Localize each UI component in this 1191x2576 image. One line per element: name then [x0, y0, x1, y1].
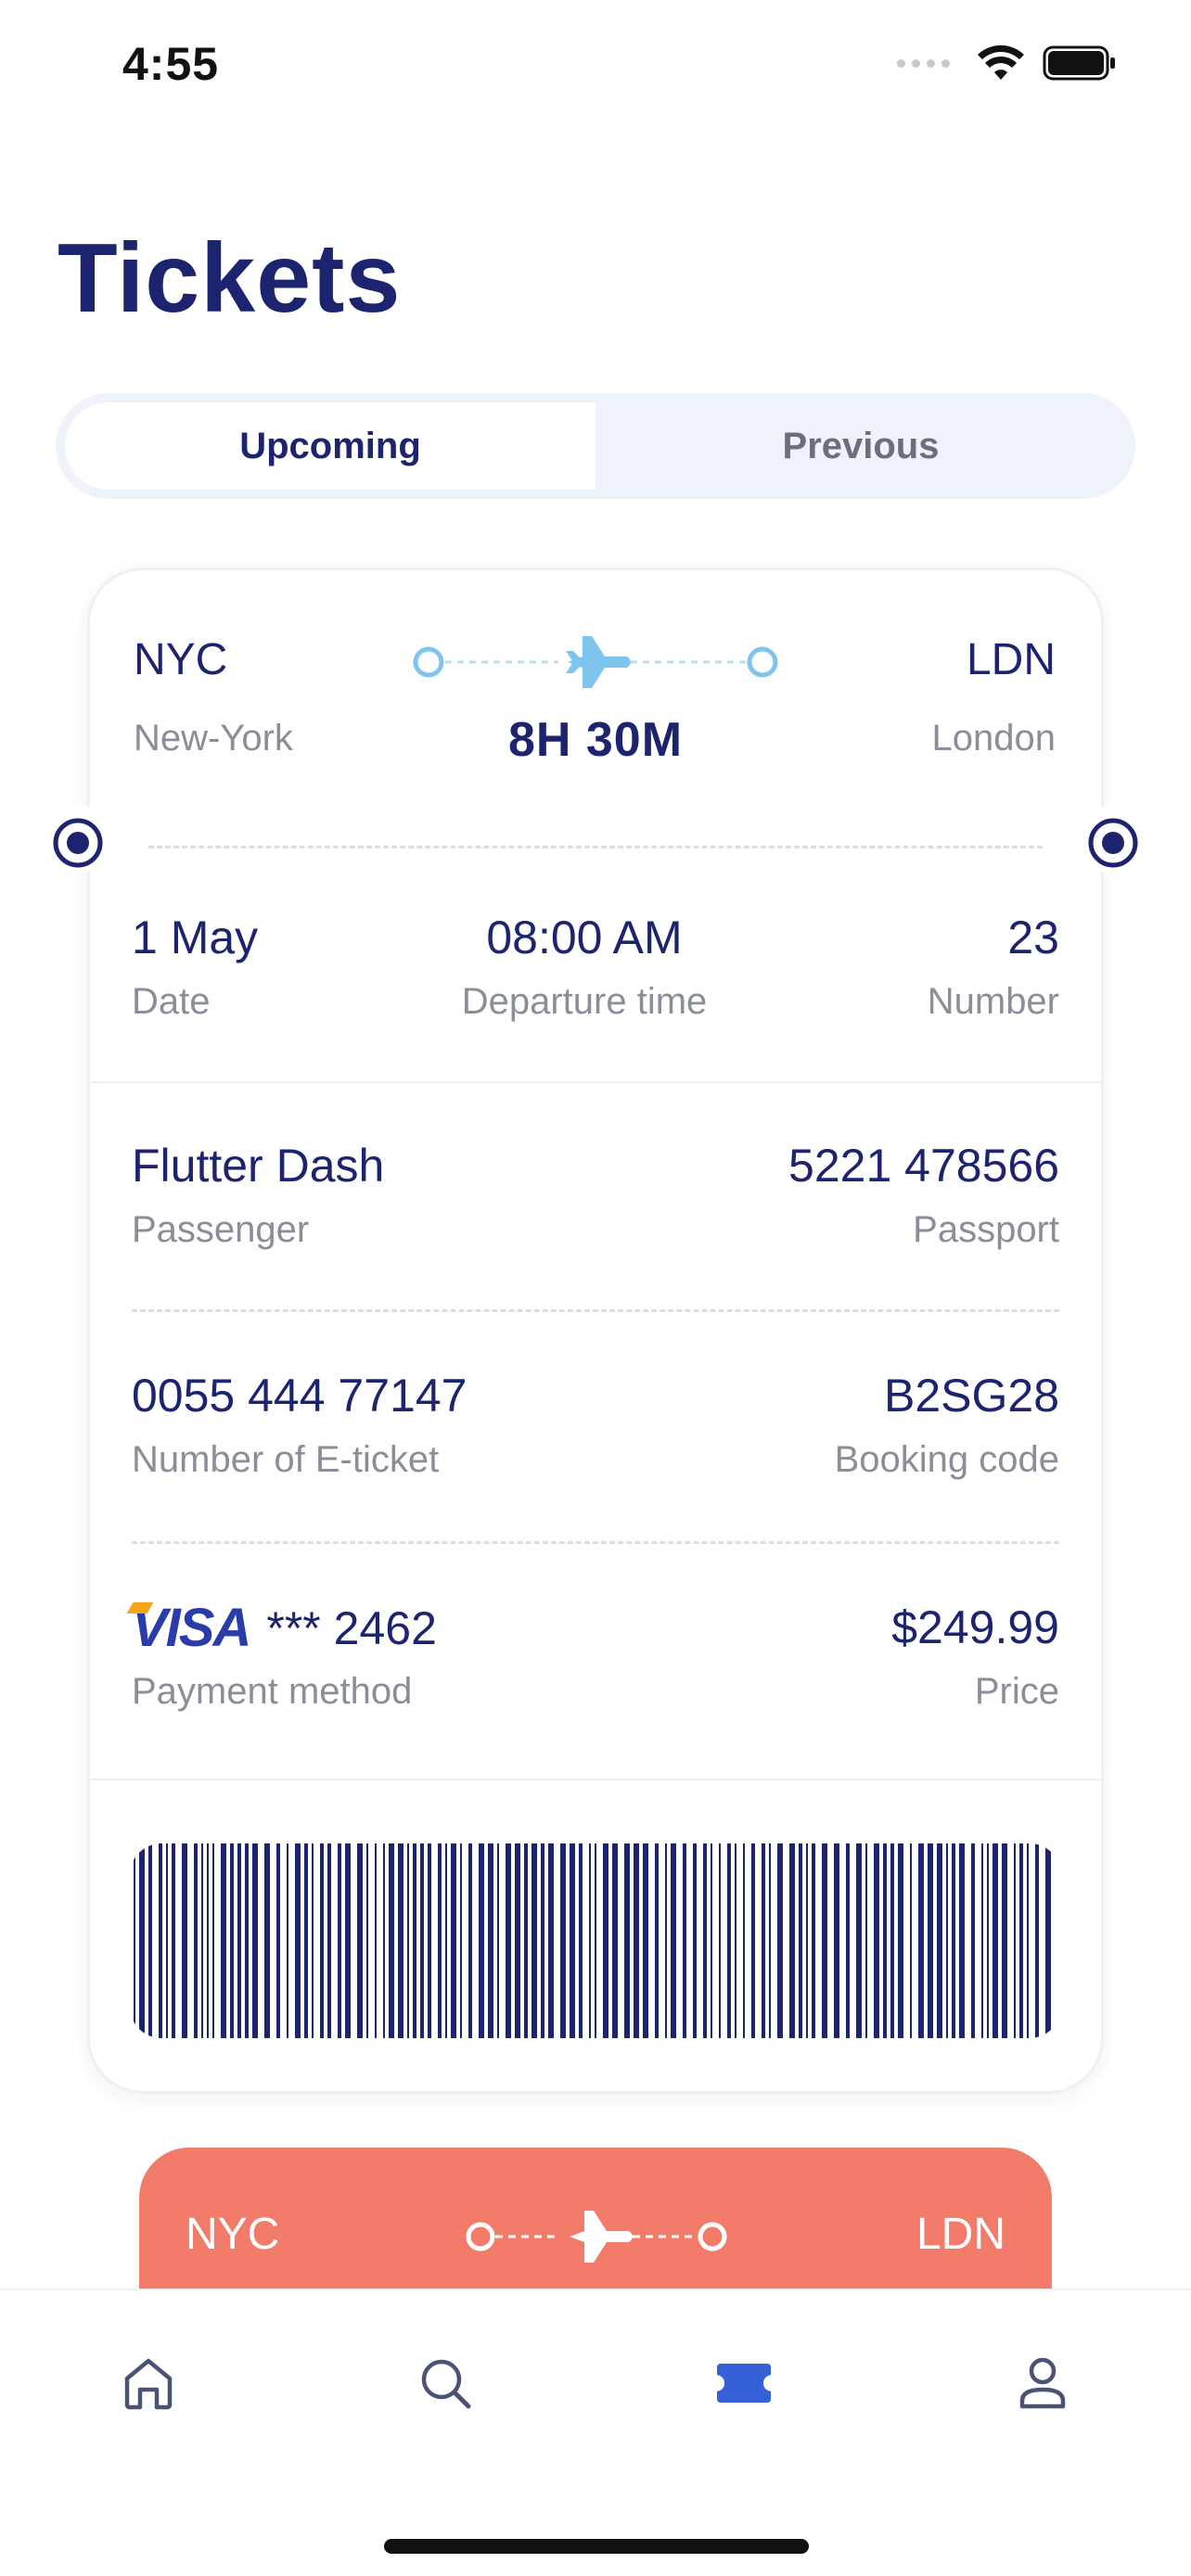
row-divider	[132, 1309, 1059, 1312]
number-value: 23	[1007, 912, 1059, 963]
flight-duration: 8H 30M	[507, 713, 684, 767]
page-title: Tickets	[58, 223, 402, 333]
date-value: 1 May	[132, 912, 259, 963]
payment-label: Payment method	[132, 1671, 413, 1712]
booking-code-label: Booking code	[834, 1439, 1059, 1480]
row-divider	[132, 1541, 1059, 1544]
origin-code: NYC	[134, 635, 228, 684]
next-destination-code: LDN	[916, 2210, 1005, 2259]
ticket-icon	[717, 2364, 771, 2403]
notch-right-icon	[1088, 818, 1138, 868]
next-route-plane-icon	[466, 2211, 727, 2263]
bottom-tab-bar	[0, 2289, 1191, 2576]
barcode-icon	[134, 1843, 1051, 2038]
passenger-value: Flutter Dash	[132, 1140, 385, 1192]
payment-method: VISA *** 2462	[126, 1597, 437, 1659]
destination-code: LDN	[966, 635, 1056, 684]
route-plane-icon	[413, 636, 778, 688]
price-value: $249.99	[891, 1601, 1059, 1653]
status-icons	[897, 45, 1117, 82]
notch-left-icon	[53, 818, 103, 868]
booking-code-value: B2SG28	[883, 1370, 1059, 1422]
tab-home[interactable]	[111, 2346, 186, 2420]
origin-city: New-York	[134, 718, 293, 759]
search-icon	[421, 2359, 471, 2409]
passenger-label: Passenger	[132, 1209, 310, 1250]
card-number: *** 2462	[266, 1601, 437, 1654]
tab-previous[interactable]: Previous	[596, 402, 1126, 490]
tab-upcoming[interactable]: Upcoming	[65, 402, 596, 490]
status-time: 4:55	[122, 38, 220, 90]
departure-value: 08:00 AM	[486, 912, 683, 963]
passport-label: Passport	[913, 1209, 1059, 1250]
eticket-label: Number of E-ticket	[132, 1439, 440, 1480]
section-divider	[89, 1081, 1102, 1083]
price-label: Price	[974, 1671, 1059, 1712]
profile-icon	[1019, 2357, 1066, 2409]
tickets-segmented-control: Upcoming Previous	[56, 393, 1135, 499]
wifi-icon	[978, 45, 1024, 80]
destination-city: London	[931, 718, 1056, 759]
tab-profile[interactable]	[1005, 2346, 1080, 2420]
home-indicator	[384, 2539, 809, 2554]
date-label: Date	[132, 981, 211, 1022]
tab-tickets[interactable]	[707, 2346, 781, 2420]
passport-value: 5221 478566	[788, 1140, 1059, 1192]
home-icon	[124, 2358, 173, 2410]
ticket-barcode	[130, 1843, 1061, 2038]
visa-logo: VISA	[126, 1597, 251, 1659]
cellular-signal-icon	[897, 58, 950, 68]
next-origin-code: NYC	[186, 2210, 280, 2259]
eticket-value: 0055 444 77147	[132, 1370, 467, 1422]
perforation-divider	[148, 846, 1043, 848]
status-bar: 4:55	[0, 0, 1191, 130]
departure-label: Departure time	[461, 981, 708, 1022]
battery-icon	[1043, 45, 1115, 81]
tab-search[interactable]	[408, 2346, 482, 2420]
number-label: Number	[927, 981, 1059, 1022]
section-divider	[89, 1779, 1102, 1780]
